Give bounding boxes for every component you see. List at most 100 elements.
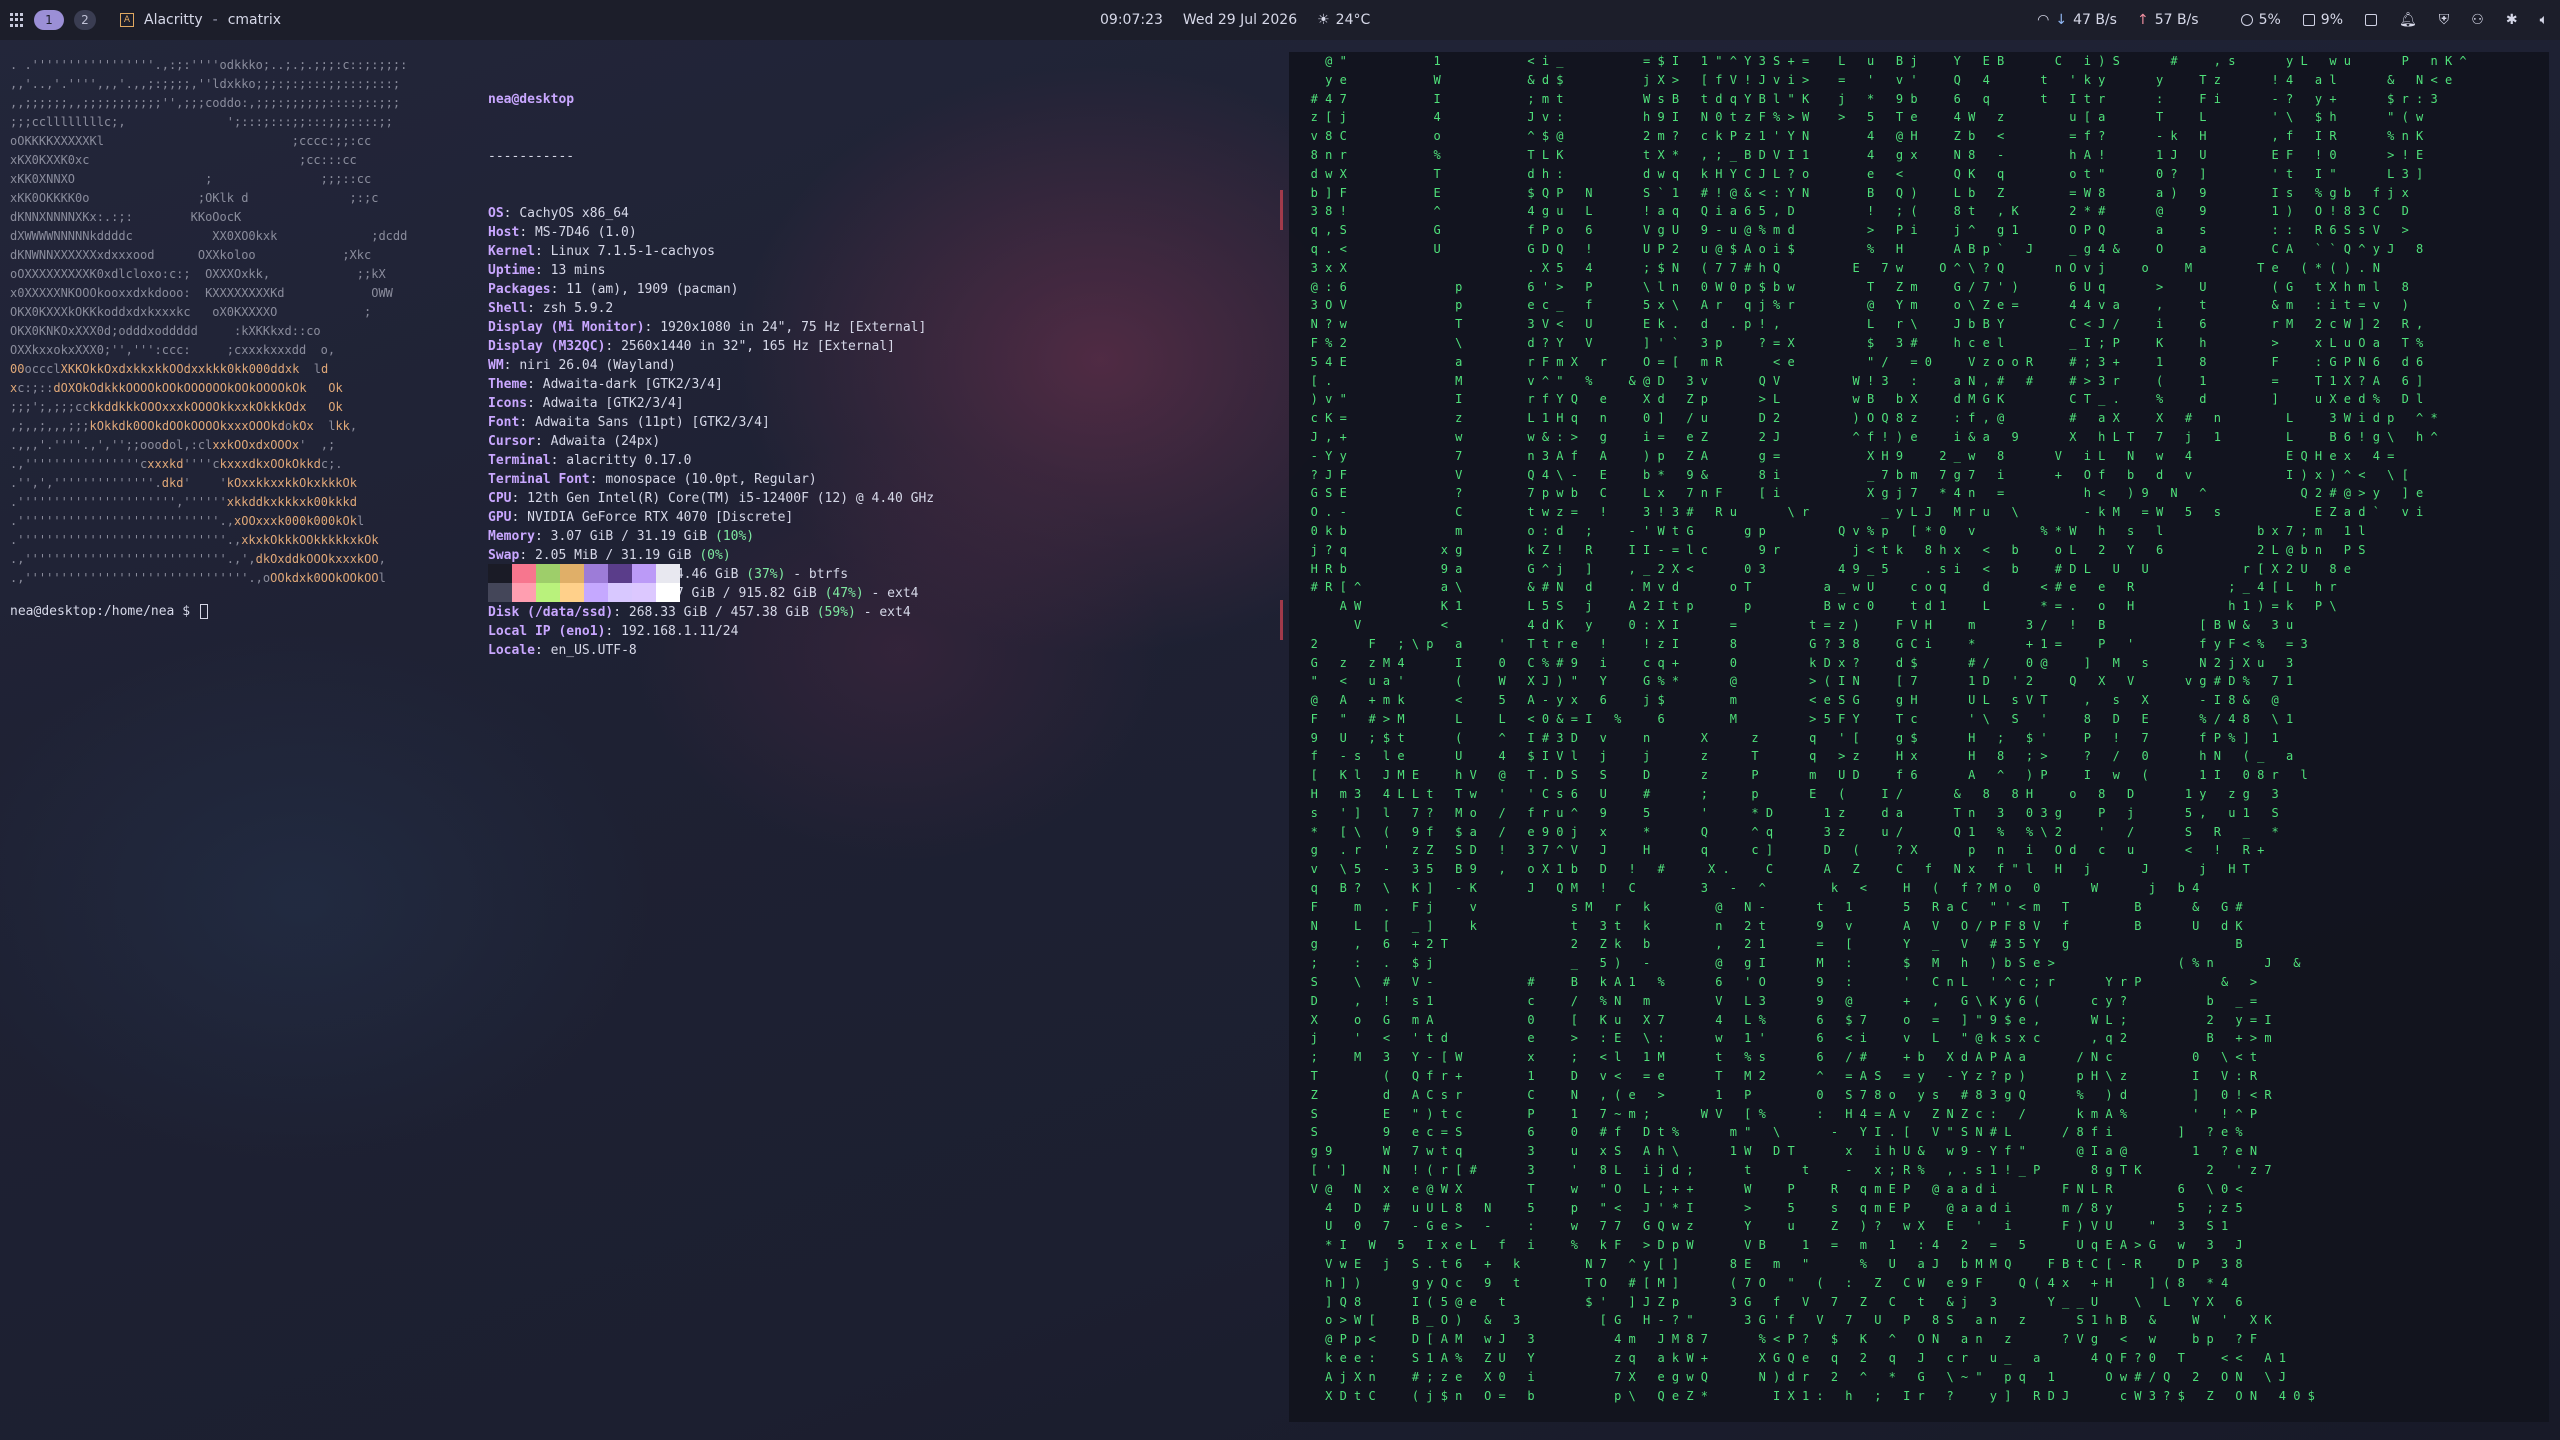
workspace-1-button[interactable]: 1 — [34, 10, 64, 30]
matrix-line: S 9 e c = S 6 0 # f D t % m " \ - Y I . … — [1289, 1125, 2243, 1140]
matrix-line: 4 D # u U L 8 N 5 p " < J ' * I > 5 s q … — [1289, 1200, 2243, 1215]
info-value: MS-7D46 (1.0) — [534, 225, 637, 240]
shield-icon[interactable]: ⛨ — [2439, 12, 2450, 28]
cpu-usage: 5% — [2258, 12, 2281, 28]
info-value: 268.33 GiB / 457.38 GiB — [628, 605, 809, 620]
info-suffix: - ext4 — [863, 586, 919, 601]
matrix-line: g 9 W 7 w t q 3 u x S A h \ 1 W D T x i … — [1289, 1144, 2258, 1159]
palette-swatch — [632, 564, 656, 583]
matrix-line: X D t C ( j $ n O = b p \ Q e Z * I X 1 … — [1289, 1388, 2315, 1403]
info-row: Shell: zsh 5.9.2 — [488, 301, 614, 316]
info-row: Terminal: alacritty 0.17.0 — [488, 453, 692, 468]
info-row: WM: niri 26.04 (Wayland) — [488, 358, 676, 373]
ascii-logo-line: .,,,'.''''.,','';;ooodol,:clxxkOOxdxOOOx… — [10, 438, 336, 452]
matrix-line: ? J F V Q 4 \ - E b * 9 & 8 i _ 7 b m 7 … — [1289, 467, 2409, 482]
ascii-logo-line: 00occclXKKOkkOxdxkkxkkOOdxxkkk0kk000ddxk… — [10, 362, 329, 376]
bluetooth-icon[interactable]: ✱ — [2506, 12, 2518, 28]
ascii-logo-line: .'''''''''''''''''''''''''''''.,xkxkOkkk… — [10, 533, 379, 547]
palette-swatch — [656, 564, 680, 583]
info-row: Display (M32QC): 2560x1440 in 32", 165 H… — [488, 339, 895, 354]
info-key: Terminal Font — [488, 472, 590, 487]
ascii-logo-line: ;;;';,;;;cckkddkkkOOOxxxkOOOOkkxxkOkkkOd… — [10, 400, 343, 414]
cpu-indicator[interactable]: 5% — [2240, 12, 2281, 28]
info-value: 2.05 MiB / 31.19 GiB — [534, 548, 692, 563]
network-indicator[interactable]: ◠ ↓ 47 B/s ↑ 57 B/s — [2037, 12, 2198, 28]
matrix-line: k e e : S 1 A % Z U Y z q a k W + X G Q … — [1289, 1350, 2286, 1365]
matrix-line: 5 4 E a r F m X r O = [ m R < e " / = 0 … — [1289, 354, 2424, 369]
memory-indicator[interactable]: 9% — [2302, 12, 2343, 28]
palette-swatch — [632, 583, 656, 602]
pane-focus-marker — [1280, 190, 1283, 230]
matrix-line: [ ' ] N ! ( r [ # 3 ' 8 L i j d ; t t - … — [1289, 1163, 2272, 1178]
info-key: CPU — [488, 491, 512, 506]
info-value: Adwaita (24px) — [550, 434, 661, 449]
matrix-line: [ . M v ^ " % & @ D 3 v Q V W ! 3 : a N … — [1289, 373, 2424, 388]
info-row: Uptime: 13 mins — [488, 263, 606, 278]
clock-time[interactable]: 09:07:23 — [1100, 12, 1163, 28]
matrix-line: ] Q 8 I ( 5 @ e t $ ' ] J Z p 3 G f V 7 … — [1289, 1294, 2243, 1309]
matrix-line: 3 x X . X 5 4 ; $ N ( 7 7 # h Q E 7 w O … — [1289, 260, 2380, 275]
matrix-line: V w E j S . t 6 + k N 7 ^ y [ ] 8 E m " … — [1289, 1257, 2243, 1271]
matrix-line: @ P p < D [ A M w J 3 4 m J M 8 7 % < P … — [1289, 1332, 2258, 1347]
top-bar-left: 1 2 A Alacritty - cmatrix — [10, 0, 281, 40]
info-percent: (59%) — [816, 605, 856, 620]
matrix-rain: @ " 1 < i _ = $ I 1 " ^ Y 3 S + = L u B … — [1289, 52, 2549, 1422]
info-value: zsh 5.9.2 — [542, 301, 614, 316]
info-key: Uptime — [488, 263, 535, 278]
ascii-logo-line: .'''''''''''''''''''''',''''''xkkddkxkkk… — [10, 495, 357, 509]
shell-prompt[interactable]: nea@desktop:/home/nea $ — [10, 602, 208, 621]
top-bar: 1 2 A Alacritty - cmatrix 09:07:23 Wed 2… — [0, 0, 2560, 40]
ascii-logo-line: OKX0KNKOxXXX0d;odddxoddddd :kXKKkxd::co — [10, 324, 321, 338]
info-row: Icons: Adwaita [GTK2/3/4] — [488, 396, 684, 411]
net-down-rate: 47 B/s — [2073, 12, 2117, 28]
matrix-line: g , 6 + 2 T 2 Z k b , 2 1 = [ Y _ V # 3 … — [1289, 937, 2243, 952]
matrix-line: O . - C t w z = ! 3 ! 3 # R u \ r _ y L … — [1289, 505, 2424, 520]
ascii-logo-line: oOKKKKXXXXXKl ;cccc:;;:cc — [10, 134, 372, 148]
ascii-logo-line: ;;;ccllllllllc;, ';:::;:::;;:::;;;::::;; — [10, 115, 393, 129]
clipboard-icon[interactable] — [2365, 14, 2378, 26]
info-key: Display (Mi Monitor) — [488, 320, 645, 335]
sun-icon: ☀ — [1317, 12, 1330, 28]
workspace-2-button[interactable]: 2 — [74, 10, 96, 30]
ascii-logo-line: ,,;;;;;;,,;;;;;;;;;;;'',;;;coddo:,;;;:;;… — [10, 96, 401, 110]
bell-icon[interactable]: 🔔︎ — [2399, 12, 2417, 28]
palette-swatch — [488, 564, 512, 583]
info-value: monospace (10.0pt, Regular) — [605, 472, 817, 487]
user-icon[interactable]: ⚇ — [2471, 12, 2484, 28]
matrix-line: g . r ' z Z S D ! 3 7 ^ V J H q c ] D ( … — [1289, 843, 2265, 858]
prompt-user: nea — [10, 604, 34, 619]
matrix-line: z [ j 4 J v : h 9 I N 0 t z F % > W > 5 … — [1289, 110, 2424, 125]
palette-swatch — [536, 583, 560, 602]
app-launcher-icon[interactable] — [10, 13, 24, 27]
terminal-fastfetch[interactable]: . .'''''''''''''''''.,:;:''''odkkko;..;.… — [0, 40, 1280, 1440]
matrix-line: v \ 5 - 3 5 B 9 , o X 1 b D ! # X . C A … — [1289, 862, 2250, 877]
matrix-line: Z d A C s r C N , ( e > 1 P 0 S 7 8 o y … — [1289, 1087, 2272, 1102]
palette-swatch — [608, 564, 632, 583]
ascii-logo-line: .'',',''''''''''''''.dkd' 'kOxxkkxxkkOkx… — [10, 476, 357, 490]
info-key: Memory — [488, 529, 535, 544]
clock-date[interactable]: Wed 29 Jul 2026 — [1183, 12, 1297, 28]
info-value: 3.07 GiB / 31.19 GiB — [550, 529, 708, 544]
info-row: Theme: Adwaita-dark [GTK2/3/4] — [488, 377, 723, 392]
upload-arrow-icon: ↑ — [2136, 12, 2149, 28]
alacritty-icon: A — [120, 13, 134, 27]
info-row: Font: Adwaita Sans (11pt) [GTK2/3/4] — [488, 415, 770, 430]
weather-indicator[interactable]: ☀ 24°C — [1317, 12, 1370, 28]
info-row: Host: MS-7D46 (1.0) — [488, 225, 637, 240]
matrix-line: o > W [ B _ O ) & 3 [ G H - ? " 3 G ' f … — [1289, 1313, 2272, 1328]
terminal-cmatrix[interactable]: @ " 1 < i _ = $ I 1 " ^ Y 3 S + = L u B … — [1289, 52, 2549, 1422]
matrix-line: v 8 C o ^ $ @ 2 m ? c k P z 1 ' Y N 4 @ … — [1289, 129, 2424, 144]
info-percent: (0%) — [699, 548, 731, 563]
palette-swatch — [584, 583, 608, 602]
matrix-line: 9 U ; $ t ( ^ I # 3 D v n X z q ' [ g $ … — [1289, 730, 2279, 745]
info-key: Font — [488, 415, 520, 430]
matrix-line: X o G m A 0 [ K u X 7 4 L % 6 $ 7 o = ] … — [1289, 1012, 2272, 1027]
volume-icon[interactable]: 🔈︎ — [2540, 12, 2548, 28]
info-percent: (37%) — [746, 567, 786, 582]
matrix-line: N L [ _ ] k t 3 t k n 2 t 9 v A V O / P … — [1289, 918, 2243, 933]
user-host: nea@desktop — [488, 92, 575, 107]
ascii-logo-line: .,'''''''''''''''''''''''''''''''.,oOOkd… — [10, 571, 386, 585]
info-row: Kernel: Linux 7.1.5-1-cachyos — [488, 244, 715, 259]
info-key: Shell — [488, 301, 528, 316]
matrix-line: F m . F j v s M r k @ N - t 1 5 R a C " … — [1289, 899, 2243, 914]
